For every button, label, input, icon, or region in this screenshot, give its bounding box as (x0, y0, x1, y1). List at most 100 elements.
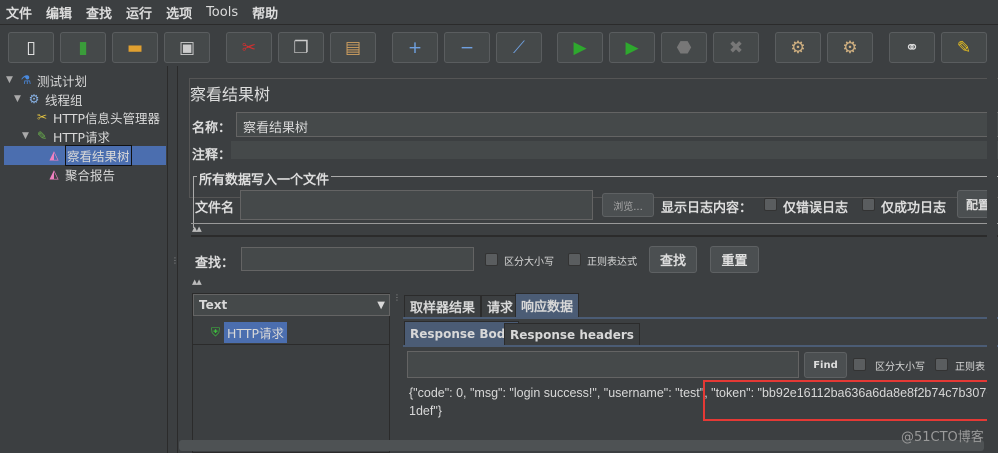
page-title: 察看结果树 (190, 85, 271, 104)
paste-button[interactable]: ▤ (330, 32, 376, 63)
open-icon: ▬ (126, 37, 144, 58)
search-icon: ⚭ (904, 37, 920, 58)
new-icon: ▯ (26, 37, 36, 58)
tab-divider (403, 317, 998, 319)
tree-item-aggregate-report[interactable]: ◭ 聚合报告 (46, 165, 115, 183)
find-regex-label: 正则表 (955, 362, 985, 373)
regex-checkbox[interactable] (568, 253, 581, 266)
open-button[interactable]: ▬ (112, 32, 158, 63)
tree-item-header-manager[interactable]: ✂ HTTP信息头管理器 (34, 108, 160, 126)
horizontal-scrollbar[interactable] (179, 440, 984, 451)
search-label: 查找： (195, 256, 235, 271)
renderer-select[interactable]: Text ▼ (193, 294, 390, 316)
menu-options[interactable]: 选项 (166, 3, 192, 22)
divider (191, 223, 998, 224)
menu-file[interactable]: 文件 (6, 3, 32, 22)
clear-icon: ⚙ (790, 37, 806, 58)
watermark: @51CTO博客 (901, 430, 984, 445)
comment-label: 注释： (192, 148, 232, 163)
regex-label: 正则表达式 (587, 257, 637, 268)
chevron-down-icon: ▼ (377, 299, 385, 311)
clear-button[interactable]: ⚙ (775, 32, 821, 63)
test-plan-tree: ▼ ⚗ 测试计划 ▼ ⚙ 线程组 ✂ HTTP信息头管理器 ▼ ✎ HTTP请求 ◭ 察看结果树… (0, 66, 168, 453)
tab-response-data[interactable]: 响应数据 (515, 293, 580, 317)
comment-input[interactable] (231, 141, 998, 159)
sample-item[interactable]: ⛨ HTTP请求 (211, 322, 288, 343)
tab-response-body[interactable]: Response Body (404, 321, 520, 346)
errors-only-checkbox[interactable] (764, 198, 777, 211)
errors-only-label: 仅错误日志 (783, 201, 849, 216)
find-case-checkbox[interactable] (853, 358, 866, 371)
start-icon: ▶ (573, 37, 587, 58)
collapse-grip-icon[interactable]: ▲▲ (192, 278, 202, 286)
pipette-icon: ✎ (36, 129, 48, 143)
split-grip-icon[interactable]: ⋮ (393, 293, 401, 302)
menu-help[interactable]: 帮助 (252, 3, 278, 22)
tree-label: HTTP信息头管理器 (53, 110, 160, 126)
tree-item-thread-group[interactable]: ▼ ⚙ 线程组 (14, 90, 83, 108)
menu-run[interactable]: 运行 (126, 3, 152, 22)
toggle-button[interactable]: ⟋ (496, 32, 542, 63)
success-only-checkbox[interactable] (862, 198, 875, 211)
cut-button[interactable]: ✂ (226, 32, 272, 63)
log-content-label: 显示日志内容： (661, 201, 753, 216)
tab-sampler-result[interactable]: 取样器结果 (404, 295, 482, 317)
find-button[interactable]: Find (804, 352, 847, 378)
menu-edit[interactable]: 编辑 (46, 3, 72, 22)
reset-search-button[interactable]: ✎ (941, 32, 987, 63)
shutdown-button[interactable]: ✖ (713, 32, 759, 63)
search-button[interactable]: 查找 (649, 246, 697, 273)
success-only-label: 仅成功日志 (881, 201, 947, 216)
tree-label: 聚合报告 (65, 167, 116, 183)
expand-icon: + (407, 37, 423, 58)
start-button[interactable]: ▶ (557, 32, 603, 63)
grip-icon: ⋮ (171, 256, 179, 265)
expand-button[interactable]: + (392, 32, 438, 63)
new-button[interactable]: ▯ (8, 32, 54, 63)
flask-icon: ⚗ (20, 73, 32, 87)
stop-icon: ⬣ (676, 37, 692, 58)
sample-label: HTTP请求 (224, 322, 288, 343)
browse-button[interactable]: 浏览... (602, 193, 654, 217)
collapse-button[interactable]: − (444, 32, 490, 63)
cut-icon: ✂ (241, 37, 257, 58)
reset-button[interactable]: 重置 (710, 246, 759, 273)
case-sensitive-checkbox[interactable] (485, 253, 498, 266)
templates-icon: ▮ (78, 37, 88, 58)
tree-label: HTTP请求 (53, 129, 110, 145)
find-regex-checkbox[interactable] (935, 358, 948, 371)
gear-icon: ⚙ (28, 92, 40, 106)
clear-all-button[interactable]: ⚙ (827, 32, 873, 63)
filename-input[interactable] (240, 190, 593, 220)
search-input[interactable] (241, 247, 474, 271)
file-group-title: 所有数据写入一个文件 (197, 169, 332, 188)
tree-item-test-plan[interactable]: ▼ ⚗ 测试计划 (6, 71, 87, 89)
expand-arrow-icon[interactable]: ▼ (14, 94, 26, 104)
expand-arrow-icon[interactable]: ▼ (6, 75, 18, 85)
vertical-scrollbar[interactable] (987, 66, 997, 436)
search-button[interactable]: ⚭ (889, 32, 935, 63)
start-no-pause-button[interactable]: ▶ (609, 32, 655, 63)
stop-button[interactable]: ⬣ (661, 32, 707, 63)
collapse-grip-icon[interactable]: ▲▲ (192, 225, 202, 233)
save-button[interactable]: ▣ (164, 32, 210, 63)
tab-response-headers[interactable]: Response headers (504, 323, 640, 345)
start-no-pause-icon: ▶ (625, 37, 639, 58)
expand-arrow-icon[interactable]: ▼ (22, 131, 34, 141)
tab-request[interactable]: 请求 (481, 295, 520, 317)
tree-item-view-results-tree[interactable]: ◭ 察看结果树 (46, 144, 132, 166)
paste-icon: ▤ (344, 37, 362, 58)
menu-search[interactable]: 查找 (86, 3, 112, 22)
tree-item-http-request[interactable]: ▼ ✎ HTTP请求 (22, 127, 110, 145)
splitter[interactable]: ⋮ (169, 66, 179, 453)
tree-label: 测试计划 (37, 73, 88, 89)
menu-bar: 文件 编辑 查找 运行 选项 Tools 帮助 (0, 0, 998, 25)
reset-search-icon: ✎ (956, 37, 972, 58)
find-case-label: 区分大小写 (875, 362, 925, 373)
menu-tools[interactable]: Tools (206, 5, 238, 20)
name-input[interactable]: 察看结果树 (236, 112, 998, 137)
name-label: 名称： (192, 121, 232, 136)
templates-button[interactable]: ▮ (60, 32, 106, 63)
copy-button[interactable]: ❐ (278, 32, 324, 63)
find-input[interactable] (407, 351, 799, 378)
